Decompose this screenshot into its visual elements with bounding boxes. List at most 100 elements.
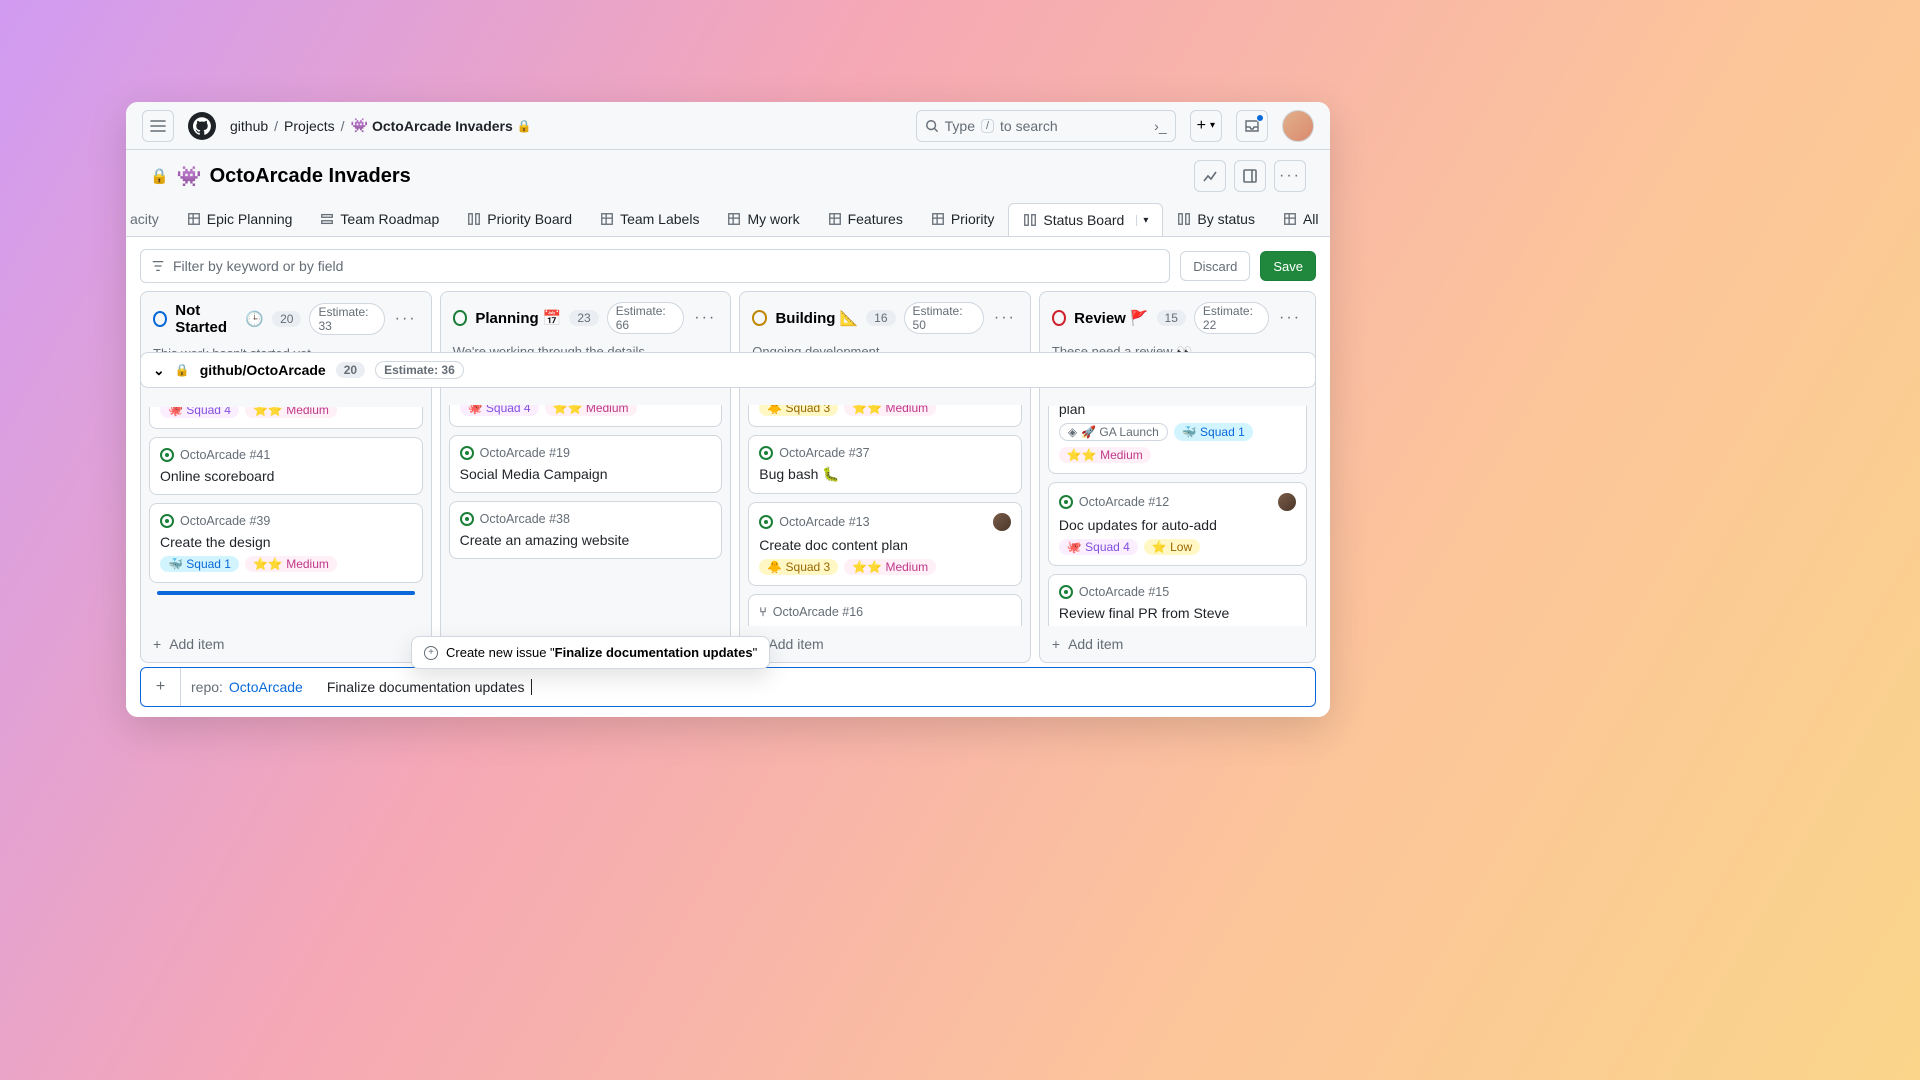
create-new-button[interactable]: +▾: [1190, 110, 1222, 142]
card-labels: 🐙 Squad 4 ⭐ Low: [1059, 539, 1296, 555]
search-icon: [925, 119, 939, 133]
add-item-button[interactable]: Add item: [740, 626, 1030, 662]
issue-card[interactable]: OctoArcade #38Create an amazing website: [449, 501, 723, 559]
swimlane-count: 20: [336, 362, 365, 378]
label[interactable]: 🐙 Squad 4: [460, 405, 539, 416]
issue-card[interactable]: plan◈ 🚀 GA Launch🐳 Squad 1⭐⭐ Medium: [1048, 406, 1307, 474]
tab-team-roadmap[interactable]: Team Roadmap: [306, 203, 453, 235]
label[interactable]: ⭐⭐ Medium: [1059, 447, 1151, 463]
label[interactable]: ⭐ Low: [1144, 539, 1200, 555]
tab-features[interactable]: Features: [814, 203, 917, 235]
column-estimate: Estimate: 22: [1194, 302, 1269, 334]
assignee-avatar[interactable]: [993, 513, 1011, 531]
status-circle: [1052, 310, 1066, 326]
issue-open-icon: [160, 514, 174, 528]
tab-priority-board[interactable]: Priority Board: [453, 203, 586, 235]
lock-icon: 🔒: [175, 363, 190, 377]
card-title: Doc updates for auto-add: [1059, 517, 1296, 533]
issue-card[interactable]: 🐥 Squad 3 ⭐⭐ Medium: [748, 405, 1022, 427]
label[interactable]: 🐳 Squad 1: [1174, 423, 1253, 441]
issue-card[interactable]: OctoArcade #13Create doc content plan🐥 S…: [748, 502, 1022, 586]
omnibar-plus[interactable]: +: [141, 668, 181, 706]
issue-card[interactable]: OctoArcade #37Bug bash 🐛: [748, 435, 1022, 494]
issue-card[interactable]: OctoArcade #16Initial content design: [748, 594, 1022, 626]
tab-by-status[interactable]: By status: [1163, 203, 1269, 235]
label[interactable]: 🐥 Squad 3: [759, 559, 838, 575]
panel-button[interactable]: [1234, 160, 1266, 192]
issue-card[interactable]: OctoArcade #15Review final PR from Steve…: [1048, 574, 1307, 626]
create-issue-suggestion[interactable]: Create new issue "Finalize documentation…: [411, 636, 770, 669]
table-icon: [187, 212, 201, 226]
global-search[interactable]: Type / to search ›_: [916, 110, 1176, 142]
label[interactable]: ⭐⭐ Medium: [844, 559, 936, 575]
issue-card[interactable]: OctoArcade #19Social Media Campaign: [449, 435, 723, 493]
filter-input[interactable]: Filter by keyword or by field: [140, 249, 1170, 283]
roadmap-icon: [320, 212, 334, 226]
issue-open-icon: [460, 446, 474, 460]
column-menu[interactable]: ···: [992, 309, 1018, 327]
tab-priority[interactable]: Priority: [917, 203, 1009, 235]
user-avatar[interactable]: [1282, 110, 1314, 142]
label[interactable]: ⭐⭐ Medium: [245, 407, 337, 418]
issue-card[interactable]: OctoArcade #41Online scoreboard: [149, 437, 423, 495]
label[interactable]: ◈ 🚀 GA Launch: [1059, 423, 1168, 441]
add-item-button[interactable]: Add item: [1040, 626, 1315, 662]
table-icon: [931, 212, 945, 226]
label[interactable]: 🐙 Squad 4: [160, 407, 239, 418]
label[interactable]: 🐙 Squad 4: [1059, 539, 1138, 555]
label[interactable]: ⭐⭐ Medium: [844, 405, 936, 416]
discard-button[interactable]: Discard: [1180, 251, 1250, 281]
github-logo[interactable]: [188, 112, 216, 140]
card-title: Create doc content plan: [759, 537, 1011, 553]
issue-card[interactable]: OctoArcade #12 Doc updates for auto-add 🐙 …: [1048, 482, 1307, 566]
tab-all[interactable]: All: [1269, 203, 1330, 235]
column-building: Building 📐 16 Estimate: 50 ···Ongoing de…: [739, 291, 1031, 663]
add-item-button[interactable]: Add item: [141, 626, 431, 662]
crumb-projects[interactable]: Projects: [284, 118, 335, 134]
command-palette-icon[interactable]: ›_: [1154, 118, 1166, 134]
lock-icon: 🔒: [150, 167, 169, 185]
table-icon: [727, 212, 741, 226]
omnibar[interactable]: + repo:OctoArcade Finalize documentation…: [140, 667, 1316, 707]
assignee-avatar[interactable]: [1278, 493, 1296, 511]
label[interactable]: 🐳 Squad 1: [160, 556, 239, 572]
column-title: Not Started 🕒: [175, 302, 264, 336]
tab-epic-planning[interactable]: Epic Planning: [173, 203, 307, 235]
tab-team-labels[interactable]: Team Labels: [586, 203, 713, 235]
view-tabs: acity Epic Planning Team Roadmap Priorit…: [126, 192, 1330, 237]
card-ref: OctoArcade #12: [1079, 495, 1169, 509]
chevron-down-icon[interactable]: ⌄: [153, 362, 165, 379]
column-title: Review 🚩: [1074, 309, 1148, 327]
issue-card[interactable]: 🐙 Squad 4 ⭐⭐ Medium: [449, 405, 723, 427]
card-ref: OctoArcade #41: [180, 448, 270, 462]
save-button[interactable]: Save: [1260, 251, 1316, 281]
label[interactable]: ⭐⭐ Medium: [545, 405, 637, 416]
card-title: Social Media Campaign: [460, 466, 712, 482]
issue-card[interactable]: OctoArcade #39Create the design🐳 Squad 1…: [149, 503, 423, 583]
filter-icon: [151, 259, 165, 273]
inbox-button[interactable]: [1236, 110, 1268, 142]
tab-status-board[interactable]: Status Board▾: [1008, 203, 1163, 237]
menu-button[interactable]: [142, 110, 174, 142]
issue-card[interactable]: 🐙 Squad 4 ⭐⭐ Medium: [149, 407, 423, 429]
tab-my-work[interactable]: My work: [713, 203, 813, 235]
swimlane-header[interactable]: ⌄ 🔒 github/OctoArcade 20 Estimate: 36: [140, 352, 1316, 388]
tab-dropdown[interactable]: ▾: [1136, 215, 1148, 226]
crumb-org[interactable]: github: [230, 118, 268, 134]
project-menu-button[interactable]: ···: [1274, 160, 1306, 192]
board-icon: [1177, 212, 1191, 226]
label[interactable]: 🐥 Squad 3: [759, 405, 838, 416]
board-icon: [467, 212, 481, 226]
status-circle: [153, 311, 167, 327]
label[interactable]: ⭐⭐ Medium: [245, 556, 337, 572]
card-ref: OctoArcade #39: [180, 514, 270, 528]
column-menu[interactable]: ···: [692, 309, 718, 327]
card-ref: OctoArcade #38: [480, 512, 570, 526]
tab-partial[interactable]: acity: [126, 203, 173, 235]
invader-icon: 👾: [351, 117, 368, 134]
insights-button[interactable]: [1194, 160, 1226, 192]
card-labels: 🐥 Squad 3 ⭐⭐ Medium: [759, 559, 1011, 575]
pr-icon: [759, 605, 767, 619]
column-menu[interactable]: ···: [393, 310, 419, 328]
column-menu[interactable]: ···: [1277, 309, 1303, 327]
